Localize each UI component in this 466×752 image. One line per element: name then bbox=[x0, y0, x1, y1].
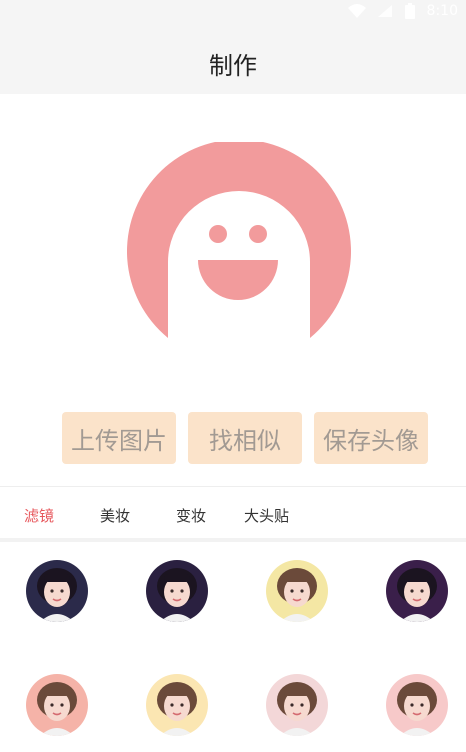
tab-filter[interactable]: 滤镜 bbox=[24, 505, 54, 526]
status-time: 8:10 bbox=[426, 3, 458, 19]
find-similar-button[interactable]: 找相似 bbox=[188, 412, 302, 464]
filter-avatar[interactable] bbox=[386, 560, 448, 622]
avatar-preview bbox=[0, 94, 466, 394]
portrait-avatar-icon bbox=[386, 674, 448, 736]
portrait-avatar-icon bbox=[266, 560, 328, 622]
category-tabs: 滤镜 美妆 变妆 大头贴 bbox=[0, 487, 466, 539]
page-title: 制作 bbox=[209, 52, 257, 80]
tab-photo-sticker[interactable]: 大头贴 bbox=[244, 505, 289, 526]
filter-avatar[interactable] bbox=[146, 560, 208, 622]
status-bar: 8:10 bbox=[0, 0, 466, 24]
portrait-avatar-icon bbox=[386, 560, 448, 622]
portrait-avatar-icon bbox=[146, 674, 208, 736]
action-buttons: 上传图片 找相似 保存头像 bbox=[62, 412, 428, 464]
status-icons: 8:10 bbox=[347, 2, 458, 20]
portrait-avatar-icon bbox=[26, 674, 88, 736]
tab-transform[interactable]: 变妆 bbox=[176, 505, 206, 526]
filter-avatar[interactable] bbox=[386, 674, 448, 736]
filter-avatar[interactable] bbox=[266, 560, 328, 622]
save-avatar-button[interactable]: 保存头像 bbox=[314, 412, 428, 464]
battery-icon bbox=[404, 3, 415, 19]
portrait-avatar-icon bbox=[26, 560, 88, 622]
portrait-avatar-icon bbox=[146, 560, 208, 622]
filter-avatar[interactable] bbox=[266, 674, 328, 736]
upload-image-button[interactable]: 上传图片 bbox=[62, 412, 176, 464]
header: 制作 bbox=[0, 24, 466, 94]
portrait-avatar-icon bbox=[266, 674, 328, 736]
filter-avatar[interactable] bbox=[26, 674, 88, 736]
signal-icon bbox=[377, 5, 392, 17]
smiley-mascot-icon bbox=[127, 142, 351, 338]
filter-avatar[interactable] bbox=[26, 560, 88, 622]
tab-makeup[interactable]: 美妆 bbox=[100, 505, 130, 526]
wifi-icon bbox=[347, 4, 366, 18]
filter-avatar[interactable] bbox=[146, 674, 208, 736]
filter-grid bbox=[0, 542, 466, 752]
